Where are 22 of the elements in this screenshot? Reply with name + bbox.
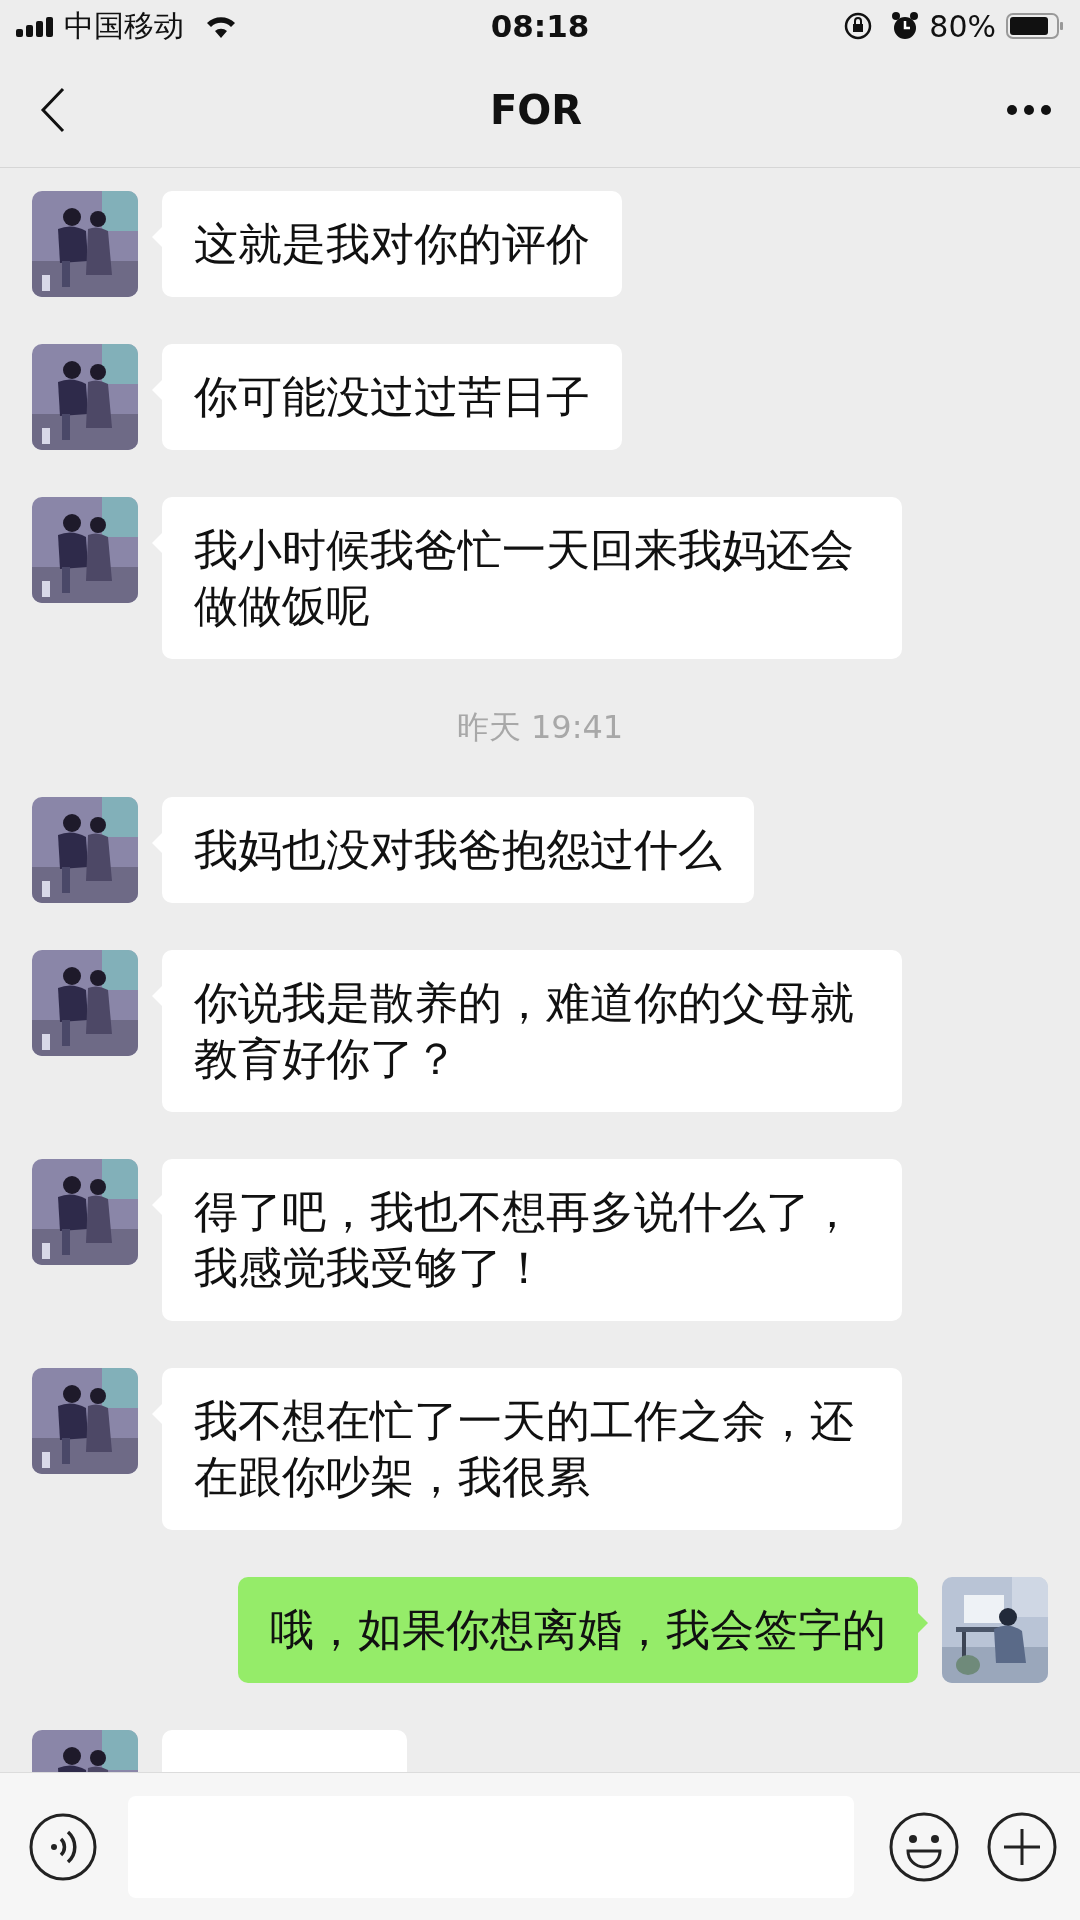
clock-time: 08:18 (490, 8, 590, 44)
message-bubble: 你可能没过过苦日子 (162, 344, 622, 450)
message-bubble: 得了吧，我也不想再多说什么了，我感觉我受够了！ (162, 1159, 902, 1321)
carrier-name: 中国移动 (64, 6, 184, 45)
voice-icon[interactable] (28, 1811, 98, 1882)
battery-icon (1006, 12, 1064, 40)
chat-title: FOR (489, 86, 583, 133)
rotation-lock-icon (843, 11, 874, 41)
message-bubble: 我小时候我爸忙一天回来我妈还会做做饭呢 (162, 497, 902, 659)
emoji-icon[interactable] (888, 1810, 960, 1883)
message-bubble: 这就是我对你的评价 (162, 191, 622, 297)
message-bubble: 哦，如果你想离婚，我会签字的 (238, 1577, 918, 1683)
bubble-tail (918, 1613, 928, 1633)
add-icon[interactable] (986, 1810, 1058, 1883)
message-bubble: 我不想在忙了一天的工作之余，还在跟你吵架，我很累 (162, 1368, 902, 1530)
alarm-icon (891, 11, 920, 41)
battery-percent: 80% (929, 8, 996, 44)
back-icon[interactable] (40, 86, 66, 133)
message-bubble: 我妈也没对我爸抱怨过什么 (162, 797, 754, 903)
message-timestamp: 昨天 19:41 (456, 707, 624, 748)
more-icon[interactable] (1006, 103, 1052, 116)
message-bubble: 你说我是散养的，难道你的父母就教育好你了？ (162, 950, 902, 1112)
